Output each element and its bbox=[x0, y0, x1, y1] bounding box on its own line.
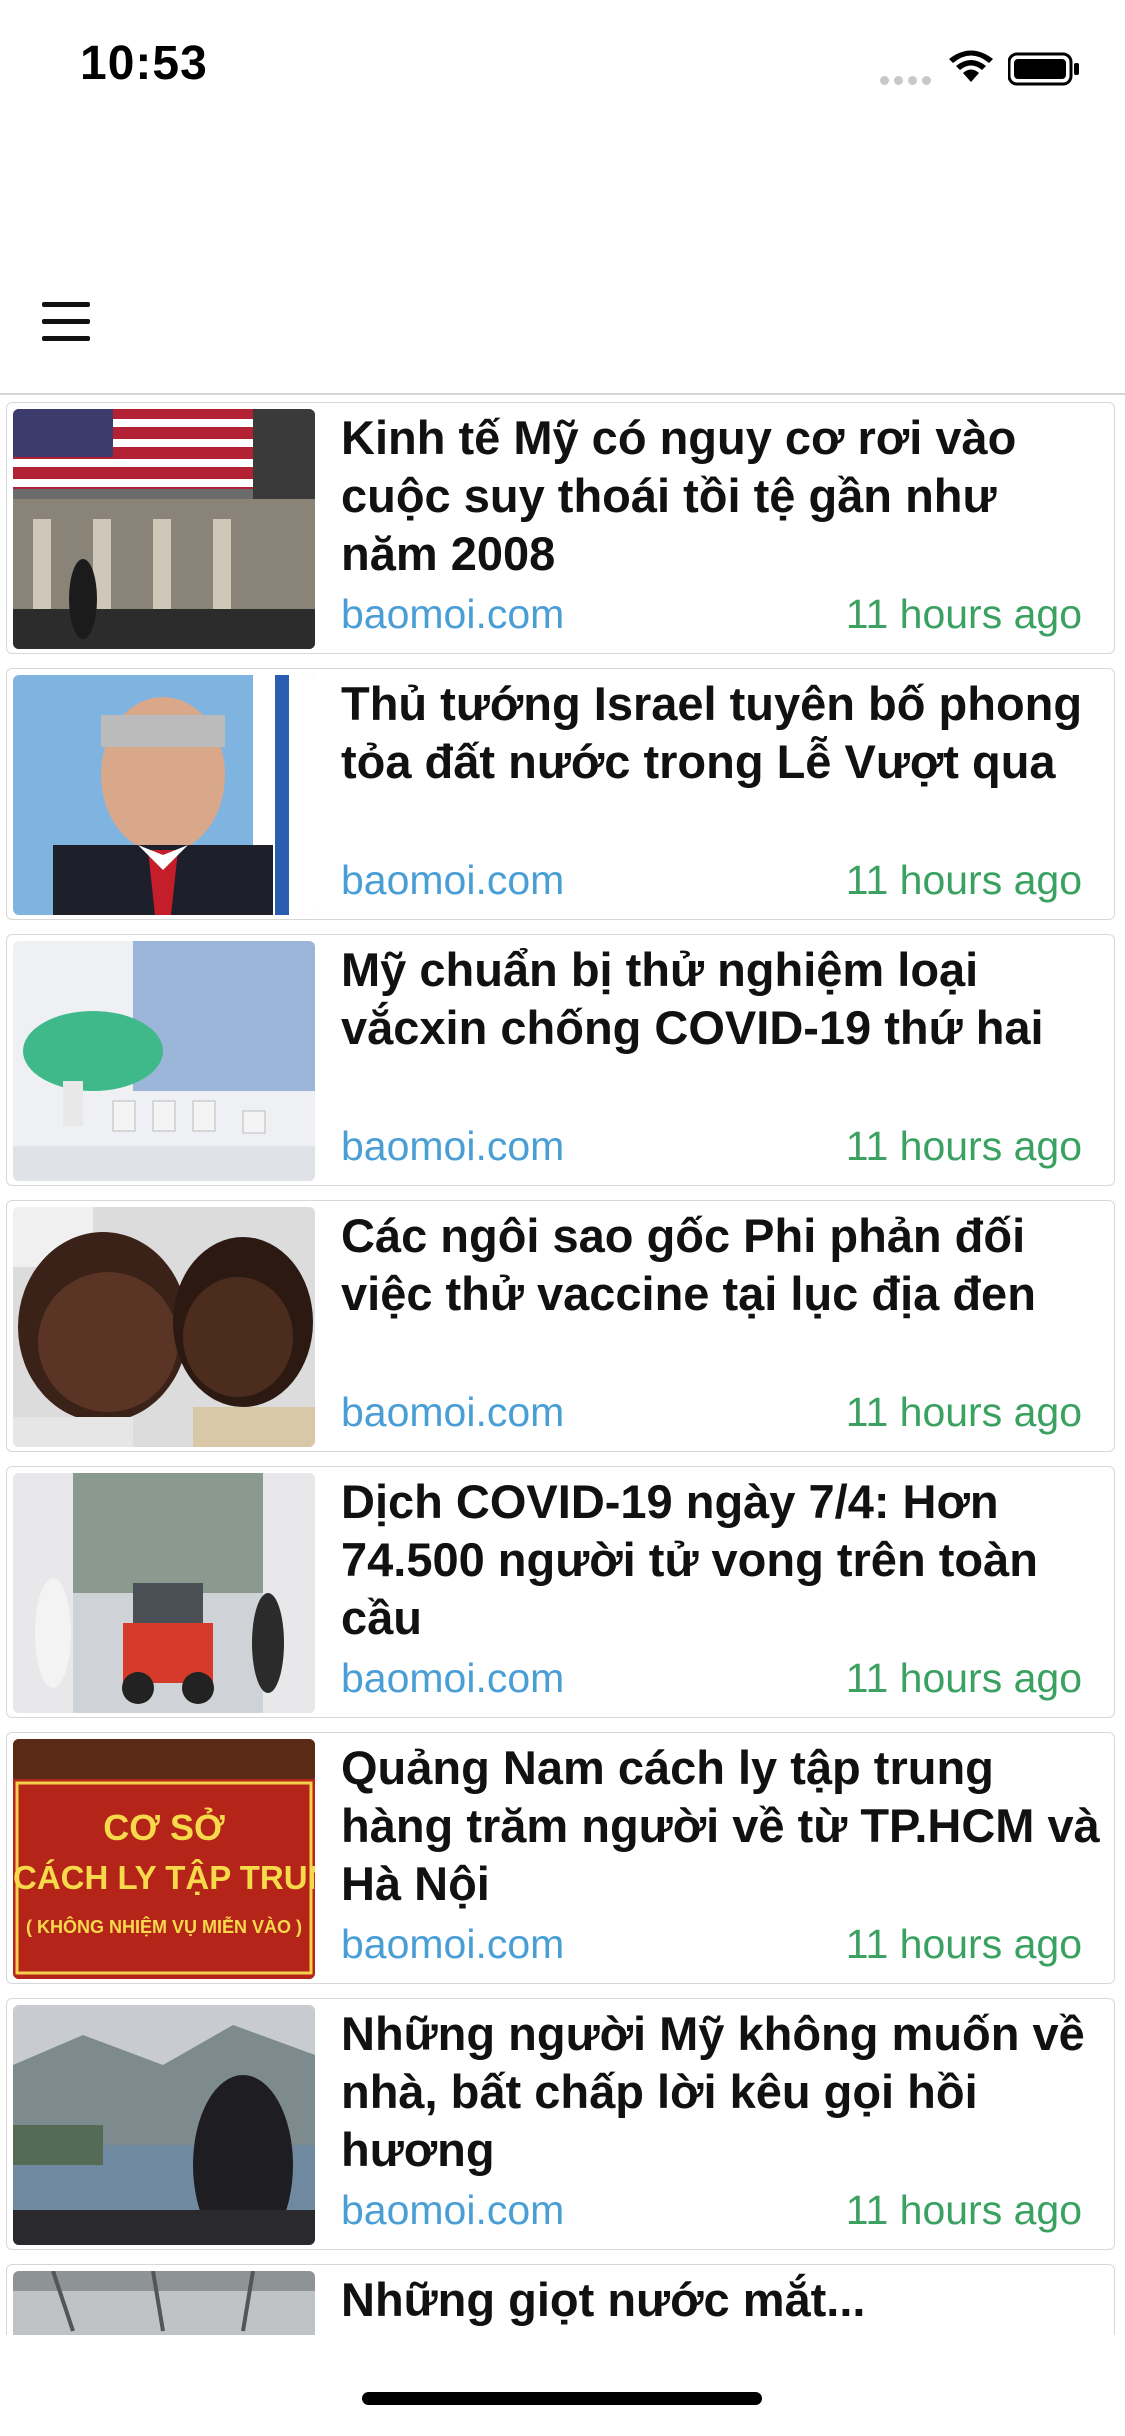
hamburger-menu-icon[interactable] bbox=[42, 302, 90, 342]
cellular-signal-icon bbox=[880, 72, 936, 90]
news-time: 11 hours ago bbox=[845, 1921, 1082, 1967]
news-source[interactable]: baomoi.com bbox=[341, 1921, 564, 1968]
news-item[interactable]: Kinh tế Mỹ có nguy cơ rơi vào cuộc suy t… bbox=[6, 402, 1115, 654]
news-list: Kinh tế Mỹ có nguy cơ rơi vào cuộc suy t… bbox=[0, 400, 1125, 2335]
news-title: Các ngôi sao gốc Phi phản đối việc thử v… bbox=[341, 1209, 1036, 1320]
news-source[interactable]: baomoi.com bbox=[341, 2187, 564, 2234]
home-indicator[interactable] bbox=[362, 2392, 762, 2405]
news-source[interactable]: baomoi.com bbox=[341, 857, 564, 904]
news-title: Dịch COVID-19 ngày 7/4: Hơn 74.500 người… bbox=[341, 1475, 1038, 1644]
news-item[interactable]: Dịch COVID-19 ngày 7/4: Hơn 74.500 người… bbox=[6, 1466, 1115, 1718]
wifi-icon bbox=[949, 50, 993, 82]
news-item[interactable]: Các ngôi sao gốc Phi phản đối việc thử v… bbox=[6, 1200, 1115, 1452]
news-source[interactable]: baomoi.com bbox=[341, 1655, 564, 1702]
news-title: Kinh tế Mỹ có nguy cơ rơi vào cuộc suy t… bbox=[341, 411, 1017, 580]
news-thumbnail: CƠ SỞ CÁCH LY TẬP TRUNG ( KHÔNG NHIỆM VỤ… bbox=[13, 1739, 315, 1979]
news-title: Quảng Nam cách ly tập trung hàng trăm ng… bbox=[341, 1741, 1100, 1910]
thumbnail-sign-line-1: CƠ SỞ bbox=[103, 1807, 225, 1848]
status-time: 10:53 bbox=[80, 37, 208, 90]
news-time: 11 hours ago bbox=[845, 1389, 1082, 1435]
thumbnail-sign-line-2: CÁCH LY TẬP TRUNG bbox=[13, 1859, 315, 1896]
news-time: 11 hours ago bbox=[845, 591, 1082, 637]
battery-icon bbox=[1008, 52, 1079, 86]
news-item[interactable]: CƠ SỞ CÁCH LY TẬP TRUNG ( KHÔNG NHIỆM VỤ… bbox=[6, 1732, 1115, 1984]
news-source[interactable]: baomoi.com bbox=[341, 591, 564, 638]
news-time: 11 hours ago bbox=[845, 1123, 1082, 1169]
news-item[interactable]: Thủ tướng Israel tuyên bố phong tỏa đất … bbox=[6, 668, 1115, 920]
news-title: Mỹ chuẩn bị thử nghiệm loại vắcxin chống… bbox=[341, 943, 1044, 1054]
news-title: Những người Mỹ không muốn về nhà, bất ch… bbox=[341, 2007, 1085, 2176]
news-thumbnail bbox=[13, 2005, 315, 2245]
news-source[interactable]: baomoi.com bbox=[341, 1123, 564, 1170]
news-thumbnail bbox=[13, 941, 315, 1181]
status-bar: 10:53 bbox=[0, 0, 1125, 140]
news-thumbnail bbox=[13, 409, 315, 649]
news-thumbnail bbox=[13, 1473, 315, 1713]
news-time: 11 hours ago bbox=[845, 2187, 1082, 2233]
news-title: Những giọt nước mắt... bbox=[341, 2273, 866, 2326]
news-item[interactable]: Những người Mỹ không muốn về nhà, bất ch… bbox=[6, 1998, 1115, 2250]
news-title: Thủ tướng Israel tuyên bố phong tỏa đất … bbox=[341, 677, 1083, 788]
news-time: 11 hours ago bbox=[845, 857, 1082, 903]
news-thumbnail bbox=[13, 1207, 315, 1447]
news-source[interactable]: baomoi.com bbox=[341, 1389, 564, 1436]
news-item[interactable]: Mỹ chuẩn bị thử nghiệm loại vắcxin chống… bbox=[6, 934, 1115, 1186]
news-time: 11 hours ago bbox=[845, 1655, 1082, 1701]
news-thumbnail bbox=[13, 2271, 315, 2335]
news-thumbnail bbox=[13, 675, 315, 915]
news-item[interactable]: Những giọt nước mắt... bbox=[6, 2264, 1115, 2335]
navigation-bar bbox=[0, 140, 1125, 395]
thumbnail-sign-line-3: ( KHÔNG NHIỆM VỤ MIỄN VÀO ) bbox=[25, 1917, 302, 1937]
